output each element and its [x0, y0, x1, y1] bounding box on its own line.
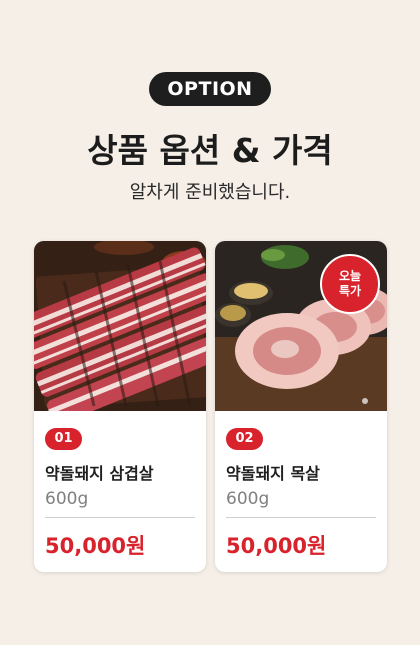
product-name: 약돌돼지 목살: [226, 463, 320, 483]
option-label: OPTION: [167, 78, 253, 100]
badge-label: 오늘 특가: [338, 269, 362, 298]
product-weight: 600g: [45, 488, 89, 509]
page-subtitle: 알차게 준비했습니다.: [129, 182, 291, 203]
pork-belly-photo: [34, 241, 206, 411]
product-weight: 600g: [226, 488, 270, 509]
option-number: 02: [226, 427, 263, 450]
product-price: 50,000원: [226, 533, 327, 558]
option-pill: OPTION: [149, 72, 271, 106]
option-number: 01: [45, 427, 82, 450]
today-special-badge: 오늘 특가: [320, 254, 380, 314]
divider: [226, 516, 376, 518]
product-card-pork-belly[interactable]: 01 약돌돼지 삼겹살 600g 50,000원: [34, 241, 206, 572]
product-name: 약돌돼지 삼겹살: [45, 463, 154, 483]
divider: [45, 516, 195, 518]
page-title: 상품 옵션 & 가격: [87, 131, 333, 170]
product-card-pork-neck[interactable]: 오늘 특가 02 약돌돼지 목살 600g 50,000원: [215, 241, 387, 572]
product-price: 50,000원: [45, 533, 146, 558]
